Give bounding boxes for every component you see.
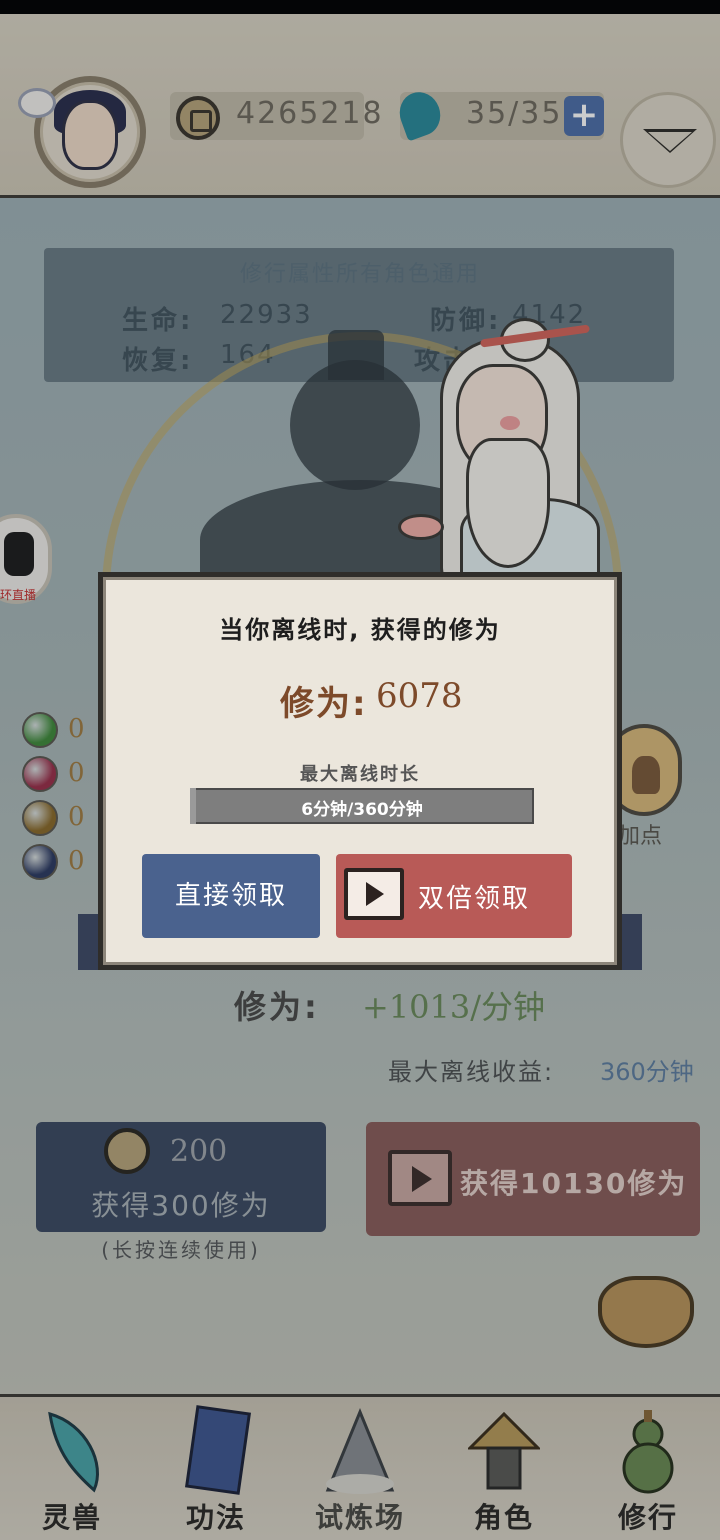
claim-direct-button[interactable]: 直接领取	[142, 854, 320, 938]
max-offline-duration-label: 最大离线时长	[300, 764, 420, 785]
reward-label: 修为:	[280, 684, 368, 724]
reward-value: 6078	[376, 676, 463, 716]
offline-progress-text: 6分钟/360分钟	[301, 800, 423, 820]
claim-double-label: 双倍领取	[418, 884, 531, 914]
dialog-title: 当你离线时, 获得的修为	[219, 616, 501, 644]
video-icon	[344, 868, 404, 920]
